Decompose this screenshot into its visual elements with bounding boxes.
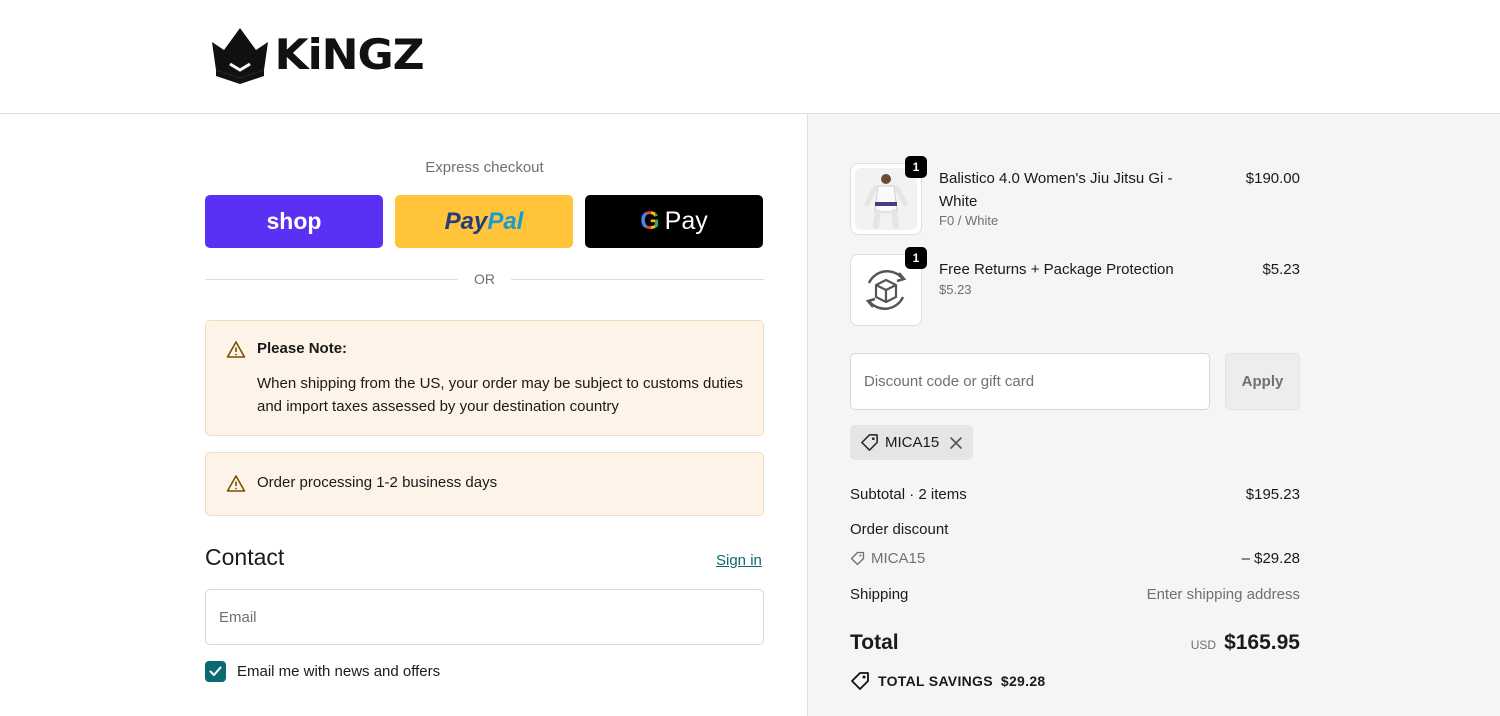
newsletter-checkbox[interactable] — [205, 661, 226, 682]
item-variant: F0 / White — [939, 213, 999, 228]
newsletter-label: Email me with news and offers — [237, 663, 441, 680]
notice-body: When shipping from the US, your order ma… — [257, 375, 744, 415]
warning-triangle-icon — [226, 475, 246, 492]
google-pay-label: Pay — [664, 207, 708, 235]
email-field[interactable] — [205, 589, 764, 645]
checkout-main: Express checkout shop Pay Pal G Pay OR Pl… — [0, 114, 807, 716]
product-thumbnail: 1 — [850, 247, 927, 326]
savings-label: TOTAL SAVINGS — [878, 673, 993, 689]
divider-line — [511, 278, 764, 280]
checkmark-icon — [209, 666, 222, 676]
item-name: Free Returns + Package Protection — [939, 261, 1174, 278]
savings-value: $29.28 — [1000, 673, 1046, 689]
applied-discount-chip: MICA15 — [850, 425, 974, 460]
google-g-icon: G — [640, 207, 660, 235]
applied-code-label: MICA15 — [885, 434, 940, 451]
divider-line — [205, 278, 458, 280]
shop-pay-label: shop — [266, 208, 322, 234]
order-discount-label: Order discount — [850, 521, 949, 538]
discount-code-input[interactable] — [850, 353, 1210, 410]
remove-code-icon[interactable] — [949, 436, 963, 450]
paypal-label-part1: Pay — [444, 207, 488, 235]
google-pay-button[interactable]: G Pay — [585, 195, 763, 248]
discount-value: – $29.28 — [1241, 550, 1300, 567]
quantity-badge: 1 — [905, 247, 927, 269]
tag-icon — [850, 551, 865, 566]
currency-code: USD — [1190, 638, 1217, 652]
item-variant: $5.23 — [939, 282, 972, 297]
total-value: USD $165.95 — [1191, 631, 1300, 655]
or-divider: OR — [205, 269, 764, 289]
paypal-button[interactable]: Pay Pal — [395, 195, 573, 248]
brand-logo[interactable]: KiNGZ — [210, 26, 425, 84]
brand-name: KiNGZ — [274, 30, 424, 79]
paypal-label-part2: Pal — [487, 207, 524, 235]
total-savings: TOTAL SAVINGS $29.28 — [850, 671, 1046, 691]
subtotal-value: $195.23 — [1245, 486, 1300, 503]
shipping-value: Enter shipping address — [1146, 586, 1300, 603]
total-label: Total — [850, 631, 899, 654]
express-checkout-title: Express checkout — [425, 159, 544, 176]
crown-logo-icon — [212, 28, 268, 84]
header: KiNGZ — [0, 0, 1500, 114]
customs-notice: Please Note: When shipping from the US, … — [205, 320, 764, 436]
item-price: $5.23 — [1262, 261, 1300, 278]
or-text: OR — [474, 271, 495, 287]
order-summary: 1 Balistico 4.0 Women's Jiu Jitsu Gi - W… — [807, 114, 1500, 716]
item-name: Balistico 4.0 Women's Jiu Jitsu Gi - Whi… — [939, 170, 1173, 210]
total-amount: $165.95 — [1224, 631, 1300, 654]
warning-triangle-icon — [226, 341, 246, 358]
subtotal-label: Subtotal · 2 items — [850, 486, 967, 503]
processing-notice: Order processing 1-2 business days — [205, 452, 764, 516]
processing-text: Order processing 1-2 business days — [257, 474, 498, 491]
contact-heading: Contact — [205, 544, 285, 570]
discount-code-text: MICA15 — [871, 550, 926, 567]
tag-icon — [861, 434, 878, 451]
product-thumbnail: 1 — [850, 156, 927, 235]
shop-pay-button[interactable]: shop — [205, 195, 383, 248]
notice-title: Please Note: — [257, 340, 348, 357]
apply-button[interactable]: Apply — [1225, 353, 1300, 410]
newsletter-row[interactable]: Email me with news and offers — [205, 661, 440, 682]
shipping-label: Shipping — [850, 586, 909, 603]
savings-tag-icon — [851, 672, 869, 690]
item-price: $190.00 — [1245, 170, 1300, 187]
sign-in-link[interactable]: Sign in — [716, 552, 762, 569]
quantity-badge: 1 — [905, 156, 927, 178]
discount-code-row: MICA15 — [850, 550, 925, 567]
